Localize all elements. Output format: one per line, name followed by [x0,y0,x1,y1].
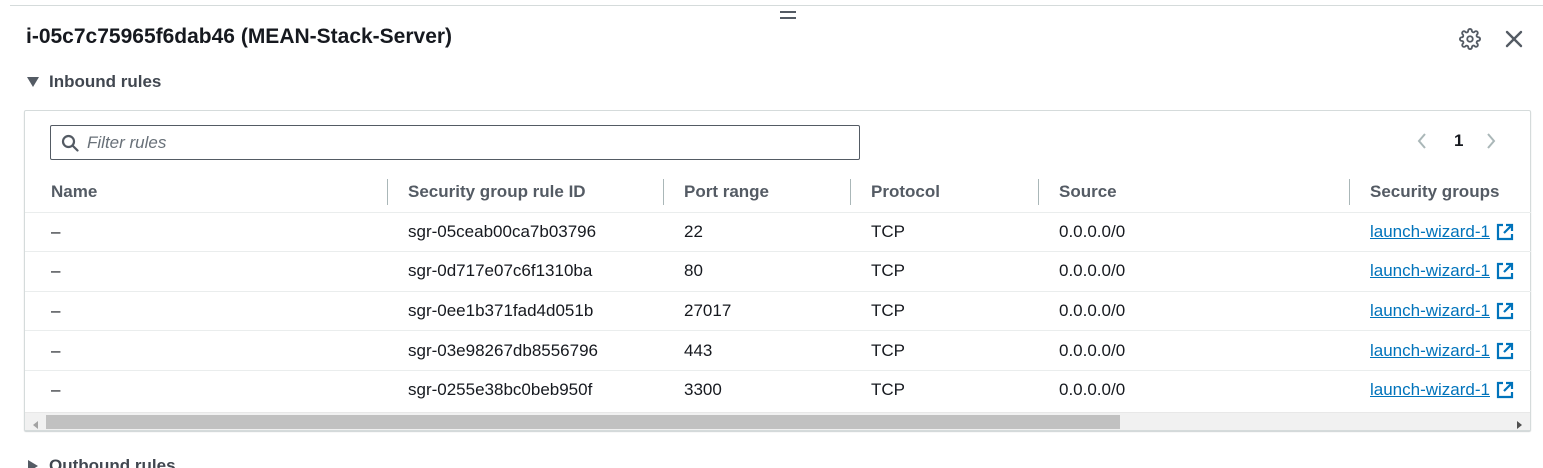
cell-protocol: TCP [851,291,1039,332]
cell-source: 0.0.0.0/0 [1039,251,1350,292]
cell-rule-id: sgr-0255e38bc0beb950f [408,380,593,400]
chevron-right-icon [1487,133,1496,149]
cell-source: 0.0.0.0/0 [1039,212,1350,253]
cell-security-group: launch-wizard-1 [1350,330,1531,371]
cell-name: – [25,291,388,332]
security-group-link[interactable]: launch-wizard-1 [1370,261,1514,281]
resize-handle[interactable] [780,11,796,21]
table-row: – sgr-05ceab00ca7b03796 22 TCP 0.0.0.0/0… [25,212,1531,253]
inbound-rules-table: Name Security group rule ID Port range P… [25,172,1531,410]
close-icon [1505,30,1523,48]
table-row: – sgr-0d717e07c6f1310ba 80 TCP 0.0.0.0/0… [25,251,1531,292]
security-group-link[interactable]: launch-wizard-1 [1370,341,1514,361]
table-row: – sgr-03e98267db8556796 443 TCP 0.0.0.0/… [25,330,1531,371]
column-header-source[interactable]: Source [1039,172,1350,213]
pagination: 1 [1412,131,1501,151]
table-header-row: Name Security group rule ID Port range P… [25,172,1531,213]
cell-name: – [25,212,388,253]
security-group-link[interactable]: launch-wizard-1 [1370,380,1514,400]
cell-security-group: launch-wizard-1 [1350,212,1531,253]
external-link-icon [1496,223,1514,241]
cell-rule-id: sgr-0ee1b371fad4d051b [388,291,664,332]
security-group-link[interactable]: launch-wizard-1 [1370,301,1514,321]
cell-protocol: TCP [851,251,1039,292]
filter-rules-field[interactable] [50,125,860,160]
inbound-rules-toggle[interactable]: Inbound rules [26,72,161,92]
settings-button[interactable] [1457,26,1483,52]
cell-source: 0.0.0.0/0 [1039,330,1350,371]
inbound-rules-table-container: 1 Name Security group rule ID Port range… [24,110,1531,431]
cell-security-group: launch-wizard-1 [1350,370,1531,410]
horizontal-scrollbar[interactable] [25,412,1530,430]
cell-source: 0.0.0.0/0 [1039,291,1350,332]
table-row: – sgr-0255e38bc0beb950f 3300 TCP 0.0.0.0… [25,370,1531,410]
cell-security-group: launch-wizard-1 [1350,251,1531,292]
cell-protocol: TCP [851,330,1039,371]
panel-top-border [10,5,1543,6]
outbound-rules-toggle[interactable]: Outbound rules [26,456,176,468]
external-link-icon [1496,262,1514,280]
scroll-right-arrow-icon[interactable] [1514,417,1524,429]
gear-icon [1459,28,1481,50]
page-number-button[interactable]: 1 [1454,131,1463,151]
cell-port-range: 27017 [664,291,851,332]
cell-name: – [51,380,61,400]
cell-source: 0.0.0.0/0 [1059,380,1126,400]
scroll-left-arrow-icon[interactable] [31,417,41,429]
next-page-button[interactable] [1481,131,1501,151]
previous-page-button[interactable] [1412,131,1432,151]
caret-down-icon [26,75,40,89]
external-link-icon [1496,342,1514,360]
cell-rule-id: sgr-0d717e07c6f1310ba [388,251,664,292]
cell-security-group: launch-wizard-1 [1350,291,1531,332]
cell-port-range: 22 [664,212,851,253]
caret-right-icon [26,459,40,468]
close-button[interactable] [1501,26,1527,52]
external-link-icon [1496,302,1514,320]
table-row: – sgr-0ee1b371fad4d051b 27017 TCP 0.0.0.… [25,291,1531,332]
column-header-port-range[interactable]: Port range [664,172,851,213]
cell-protocol: TCP [871,380,905,400]
inbound-rules-label: Inbound rules [49,72,162,91]
chevron-left-icon [1417,133,1426,149]
security-group-link[interactable]: launch-wizard-1 [1370,222,1514,242]
outbound-rules-label: Outbound rules [49,456,176,468]
column-header-name[interactable]: Name [25,172,388,213]
external-link-icon [1496,381,1514,399]
panel-title: i-05c7c75965f6dab46 (MEAN-Stack-Server) [26,25,453,48]
column-header-rule-id[interactable]: Security group rule ID [388,172,664,213]
cell-name: – [25,330,388,371]
cell-rule-id: sgr-05ceab00ca7b03796 [388,212,664,253]
search-icon [61,134,79,152]
cell-rule-id: sgr-03e98267db8556796 [388,330,664,371]
column-header-protocol[interactable]: Protocol [851,172,1039,213]
cell-port-range: 443 [664,330,851,371]
cell-protocol: TCP [851,212,1039,253]
cell-name: – [25,251,388,292]
cell-port-range: 80 [664,251,851,292]
cell-port-range: 3300 [684,380,722,400]
scrollbar-thumb[interactable] [46,415,1120,429]
filter-rules-input[interactable] [87,132,847,153]
column-header-security-groups[interactable]: Security groups [1350,172,1531,213]
